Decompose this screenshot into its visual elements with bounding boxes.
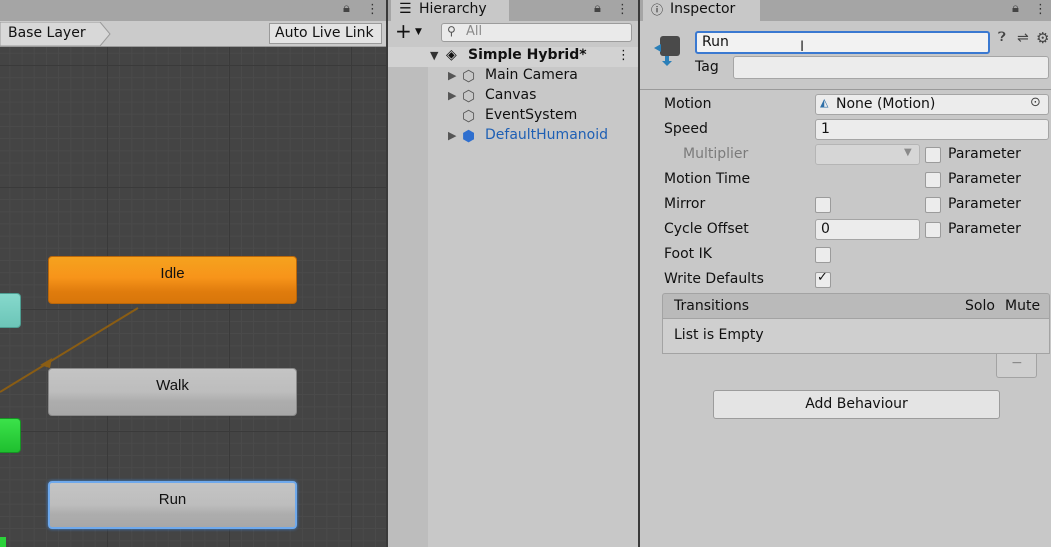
motion-time-parameter-label: Parameter [948, 171, 1021, 187]
hierarchy-item-label: DefaultHumanoid [485, 127, 608, 143]
transitions-header: Transitions Solo Mute [662, 293, 1050, 319]
gameobject-cube-icon: ⬡ [462, 107, 476, 125]
hierarchy-gutter [388, 67, 428, 547]
add-behaviour-button[interactable]: Add Behaviour [713, 390, 1000, 419]
hierarchy-item[interactable]: ▶ ⬡ Main Camera [448, 67, 638, 87]
search-placeholder: All [466, 24, 483, 39]
cycle-offset-field[interactable]: 0 [815, 219, 920, 240]
gameobject-cube-icon: ⬡ [462, 67, 476, 85]
lock-icon[interactable]: 🔒︎ [594, 1, 601, 16]
scene-name: Simple Hybrid* [468, 47, 587, 63]
write-defaults-checkbox[interactable]: ✓ [815, 270, 831, 288]
foot-ik-checkbox[interactable] [815, 247, 831, 263]
speed-value: 1 [821, 121, 830, 137]
lock-icon[interactable]: 🔒︎ [1012, 1, 1019, 16]
divider [640, 89, 1051, 90]
inspector-tab-bar: ⓘ Inspector 🔒︎ ⋮ [640, 0, 1051, 21]
unity-scene-icon: ◈ [446, 47, 457, 63]
add-icon: + [395, 19, 412, 43]
search-icon: ⚲ [447, 24, 456, 38]
gear-icon[interactable]: ⚙ [1036, 29, 1049, 47]
tag-label: Tag [695, 59, 719, 75]
mirror-label: Mirror [664, 196, 706, 212]
tab-hierarchy[interactable]: ☰ Hierarchy [391, 0, 509, 21]
hierarchy-item[interactable]: ▶ ⬢ DefaultHumanoid [448, 127, 638, 147]
hierarchy-item-label: Canvas [485, 87, 537, 103]
chevron-down-icon: ▼ [415, 27, 422, 37]
presets-icon[interactable]: ⇌ [1017, 30, 1029, 46]
hierarchy-tab-bar: ☰ Hierarchy 🔒︎ ⋮ [388, 0, 638, 21]
gameobject-cube-icon: ⬡ [462, 87, 476, 105]
expand-arrow-icon[interactable]: ▶ [448, 129, 456, 142]
name-field[interactable]: Run [695, 31, 990, 54]
state-node-walk[interactable]: Walk [48, 368, 297, 416]
cycle-offset-label: Cycle Offset [664, 221, 749, 237]
hierarchy-list-icon: ☰ [399, 1, 412, 17]
foot-ik-label: Foot IK [664, 246, 712, 262]
mirror-checkbox[interactable] [815, 197, 831, 213]
animator-state-icon [654, 36, 680, 66]
speed-field[interactable]: 1 [815, 119, 1049, 140]
chevron-down-icon: ▼ [904, 147, 912, 158]
prefab-cube-icon: ⬢ [462, 127, 476, 145]
expand-arrow-icon[interactable]: ▶ [448, 69, 456, 82]
expand-arrow-icon[interactable]: ▼ [430, 49, 438, 62]
object-picker-icon[interactable]: ⊙ [1030, 95, 1041, 110]
remove-transition-button[interactable]: − [996, 354, 1037, 378]
scene-row[interactable]: ▼ ◈ Simple Hybrid* ⋮ [388, 47, 638, 67]
animator-panel: 🔒︎ ⋮ Base Layer Auto Live Link Idle Walk… [0, 0, 386, 547]
create-dropdown[interactable]: + ▼ [395, 19, 435, 44]
expand-arrow-icon[interactable]: ▶ [448, 89, 456, 102]
transitions-title: Transitions [674, 298, 749, 314]
motion-label: Motion [664, 96, 712, 112]
checkmark-icon: ✓ [817, 270, 828, 285]
state-node-idle[interactable]: Idle [48, 256, 297, 304]
name-value: Run [702, 34, 729, 50]
motion-clip-icon: ◭ [820, 96, 829, 109]
write-defaults-label: Write Defaults [664, 271, 764, 287]
hierarchy-item-label: EventSystem [485, 107, 578, 123]
multiplier-parameter-checkbox[interactable] [925, 147, 941, 163]
transitions-list: List is Empty [662, 319, 1050, 354]
multiplier-parameter-dropdown[interactable]: ▼ [815, 144, 920, 165]
mute-column-label: Mute [1005, 298, 1041, 314]
solo-column-label: Solo [965, 298, 995, 314]
speed-label: Speed [664, 121, 708, 137]
hierarchy-search-input[interactable]: ⚲ All [441, 23, 632, 42]
more-options-icon[interactable]: ⋮ [617, 48, 630, 63]
motion-object-field[interactable]: ◭ None (Motion) ⊙ [815, 94, 1049, 115]
info-icon: ⓘ [651, 3, 664, 17]
list-empty-label: List is Empty [674, 327, 764, 343]
multiplier-label: Multiplier [683, 146, 749, 162]
minus-icon: − [1011, 355, 1023, 371]
hierarchy-item[interactable]: ▶ ⬡ Canvas [448, 87, 638, 107]
help-icon[interactable]: ❓︎ [998, 30, 1006, 45]
text-cursor-icon: I [800, 39, 805, 55]
motion-time-label: Motion Time [664, 171, 751, 187]
cycle-offset-parameter-label: Parameter [948, 221, 1021, 237]
mirror-parameter-label: Parameter [948, 196, 1021, 212]
tag-field[interactable] [733, 56, 1049, 79]
tab-inspector[interactable]: ⓘ Inspector [643, 0, 760, 21]
cycle-offset-value: 0 [821, 221, 830, 237]
motion-value: None (Motion) [836, 96, 936, 112]
tab-hierarchy-label: Hierarchy [419, 1, 487, 17]
more-options-icon[interactable]: ⋮ [1034, 2, 1047, 17]
hierarchy-item[interactable]: ⬡ EventSystem [448, 107, 638, 127]
mirror-parameter-checkbox[interactable] [925, 197, 941, 213]
add-behaviour-label: Add Behaviour [805, 396, 908, 412]
state-node-run[interactable]: Run [48, 481, 297, 529]
motion-time-parameter-checkbox[interactable] [925, 172, 941, 188]
tab-inspector-label: Inspector [670, 1, 736, 17]
hierarchy-item-label: Main Camera [485, 67, 578, 83]
multiplier-parameter-label: Parameter [948, 146, 1021, 162]
cycle-offset-parameter-checkbox[interactable] [925, 222, 941, 238]
more-options-icon[interactable]: ⋮ [616, 2, 629, 17]
